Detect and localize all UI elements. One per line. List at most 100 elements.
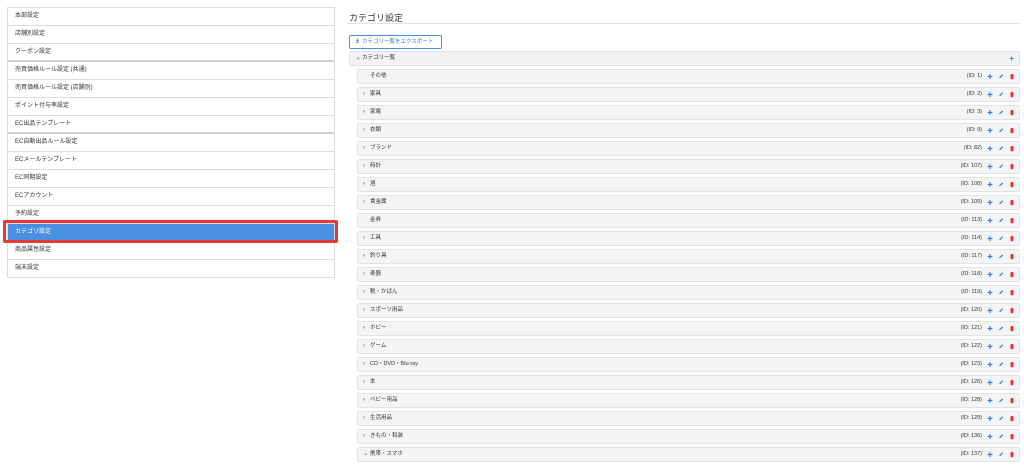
plus-icon[interactable] [987, 181, 993, 188]
pencil-icon[interactable] [998, 235, 1004, 242]
pencil-icon[interactable] [998, 127, 1004, 134]
chevron-icon[interactable]: › [363, 358, 369, 371]
chevron-icon[interactable]: › [363, 88, 369, 101]
plus-icon[interactable] [987, 397, 993, 404]
pencil-icon[interactable] [998, 91, 1004, 98]
trash-icon[interactable] [1009, 109, 1015, 116]
trash-icon[interactable] [1009, 73, 1015, 80]
plus-icon[interactable] [987, 253, 993, 260]
category-row[interactable]: › ベビー用品 (ID: 128) [357, 393, 1020, 408]
trash-icon[interactable] [1009, 271, 1015, 278]
category-row[interactable]: › CD・DVD・Blu-ray (ID: 123) [357, 357, 1020, 372]
trash-icon[interactable] [1009, 451, 1015, 458]
pencil-icon[interactable] [998, 289, 1004, 296]
trash-icon[interactable] [1009, 217, 1015, 224]
sidebar-item-point-rate[interactable]: ポイント付与率設定 [8, 98, 334, 116]
trash-icon[interactable] [1009, 379, 1015, 386]
category-row[interactable]: › 酒 (ID: 108) [357, 177, 1020, 192]
pencil-icon[interactable] [998, 109, 1004, 116]
pencil-icon[interactable] [998, 199, 1004, 206]
pencil-icon[interactable] [998, 217, 1004, 224]
category-root-row[interactable]: ⌄ カテゴリ一覧 + [349, 51, 1020, 66]
category-row[interactable]: › 本 (ID: 126) [357, 375, 1020, 390]
chevron-icon[interactable]: ⌄ [363, 448, 369, 461]
category-row[interactable]: › 時計 (ID: 107) [357, 159, 1020, 174]
chevron-icon[interactable]: › [363, 196, 369, 209]
pencil-icon[interactable] [998, 325, 1004, 332]
trash-icon[interactable] [1009, 91, 1015, 98]
category-row[interactable]: › ブランド (ID: 82) [357, 141, 1020, 156]
plus-icon[interactable] [987, 163, 993, 170]
pencil-icon[interactable] [998, 145, 1004, 152]
add-root-category-plus-icon[interactable]: + [1009, 52, 1014, 65]
pencil-icon[interactable] [998, 343, 1004, 350]
sidebar-item-reservation[interactable]: 予約設定 [8, 206, 334, 224]
sidebar-item-price-rule-common[interactable]: 売買価格ルール設定 (共通) [8, 62, 334, 80]
chevron-icon[interactable]: › [363, 304, 369, 317]
trash-icon[interactable] [1009, 397, 1015, 404]
plus-icon[interactable] [987, 271, 993, 278]
sidebar-item-ec-mail-template[interactable]: ECメールテンプレート [8, 152, 334, 170]
chevron-icon[interactable]: › [363, 430, 369, 443]
pencil-icon[interactable] [998, 307, 1004, 314]
pencil-icon[interactable] [998, 271, 1004, 278]
trash-icon[interactable] [1009, 361, 1015, 368]
plus-icon[interactable] [987, 361, 993, 368]
chevron-icon[interactable]: › [363, 160, 369, 173]
chevron-icon[interactable]: › [363, 178, 369, 191]
chevron-icon[interactable]: › [363, 322, 369, 335]
pencil-icon[interactable] [998, 253, 1004, 260]
sidebar-item-honbu[interactable]: 本部設定 [8, 8, 334, 26]
sidebar-item-ec-account[interactable]: ECアカウント [8, 188, 334, 206]
chevron-icon[interactable]: › [363, 142, 369, 155]
chevron-icon[interactable]: › [363, 232, 369, 245]
plus-icon[interactable] [987, 145, 993, 152]
plus-icon[interactable] [987, 91, 993, 98]
category-row[interactable]: › ホビー (ID: 121) [357, 321, 1020, 336]
trash-icon[interactable] [1009, 343, 1015, 350]
trash-icon[interactable] [1009, 235, 1015, 242]
pencil-icon[interactable] [998, 379, 1004, 386]
pencil-icon[interactable] [998, 181, 1004, 188]
plus-icon[interactable] [987, 343, 993, 350]
chevron-icon[interactable]: › [363, 124, 369, 137]
trash-icon[interactable] [1009, 181, 1015, 188]
sidebar-item-price-rule-store[interactable]: 売買価格ルール設定 (店舗別) [8, 80, 334, 98]
sidebar-item-coupon[interactable]: クーポン設定 [8, 44, 334, 62]
trash-icon[interactable] [1009, 289, 1015, 296]
sidebar-item-ec-auto-rule[interactable]: EC自動出品ルール設定 [8, 134, 334, 152]
trash-icon[interactable] [1009, 145, 1015, 152]
sidebar-item-store[interactable]: 店舗別設定 [8, 26, 334, 44]
trash-icon[interactable] [1009, 163, 1015, 170]
plus-icon[interactable] [987, 127, 993, 134]
chevron-icon[interactable]: › [363, 376, 369, 389]
plus-icon[interactable] [987, 73, 993, 80]
trash-icon[interactable] [1009, 415, 1015, 422]
plus-icon[interactable] [987, 289, 993, 296]
plus-icon[interactable] [987, 217, 993, 224]
category-row[interactable]: › 衣類 (ID: 9) [357, 123, 1020, 138]
chevron-icon[interactable]: › [363, 106, 369, 119]
plus-icon[interactable] [987, 109, 993, 116]
pencil-icon[interactable] [998, 397, 1004, 404]
sidebar-item-ec-sync[interactable]: EC同期設定 [8, 170, 334, 188]
plus-icon[interactable] [987, 415, 993, 422]
category-row[interactable]: ⌄ 携帯・スマホ (ID: 137) [357, 447, 1020, 462]
category-row[interactable]: › 家具 (ID: 2) [357, 87, 1020, 102]
sidebar-item-category[interactable]: カテゴリ設定 [8, 224, 334, 242]
chevron-icon[interactable]: › [363, 412, 369, 425]
category-row[interactable]: › ゲーム (ID: 122) [357, 339, 1020, 354]
category-row[interactable]: › 生活用品 (ID: 129) [357, 411, 1020, 426]
pencil-icon[interactable] [998, 415, 1004, 422]
pencil-icon[interactable] [998, 433, 1004, 440]
chevron-icon[interactable]: › [363, 394, 369, 407]
category-row[interactable]: › 工具 (ID: 114) [357, 231, 1020, 246]
pencil-icon[interactable] [998, 163, 1004, 170]
plus-icon[interactable] [987, 307, 993, 314]
chevron-icon[interactable]: › [363, 340, 369, 353]
sidebar-item-ec-template[interactable]: EC出品テンプレート [8, 116, 334, 134]
category-row[interactable]: › きもの・和装 (ID: 136) [357, 429, 1020, 444]
trash-icon[interactable] [1009, 325, 1015, 332]
chevron-icon[interactable]: › [363, 286, 369, 299]
category-row[interactable]: › 貴金属 (ID: 109) [357, 195, 1020, 210]
